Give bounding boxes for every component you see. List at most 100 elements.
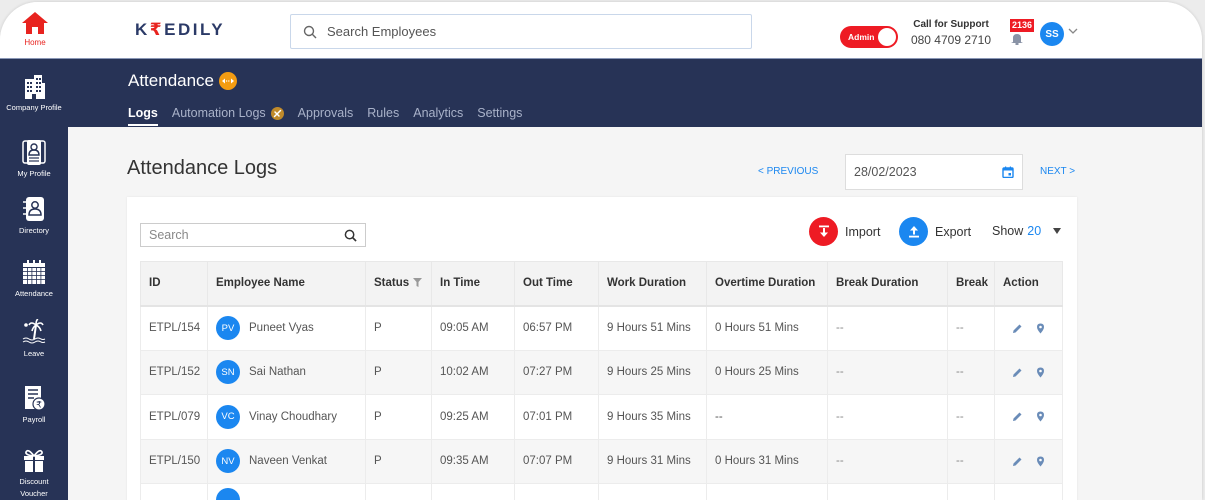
edit-pencil-icon[interactable] <box>1012 456 1023 467</box>
tab-rules[interactable]: Rules <box>367 106 399 126</box>
tab-analytics[interactable]: Analytics <box>413 106 463 126</box>
filter-icon[interactable] <box>413 278 423 288</box>
row-actions <box>1003 323 1054 334</box>
cell-partial <box>706 483 828 500</box>
row-actions <box>1003 456 1054 467</box>
sidebar-label: My Profile <box>17 169 51 178</box>
edit-pencil-icon[interactable] <box>1012 367 1023 378</box>
sidebar-label: Payroll <box>22 415 46 424</box>
sidebar-item-my-profile[interactable]: My Profile <box>0 139 68 180</box>
column-header-work-duration[interactable]: Work Duration <box>598 261 707 307</box>
cell-actions <box>994 349 1063 395</box>
column-header-overtime-duration[interactable]: Overtime Duration <box>706 261 828 307</box>
location-pin-icon[interactable] <box>1035 323 1046 334</box>
employee-cell[interactable]: SN Sai Nathan <box>216 360 357 385</box>
toggle-knob <box>878 28 896 46</box>
column-header-employee-name[interactable]: Employee Name <box>207 261 366 307</box>
table-row[interactable]: ETPL/154 PV Puneet Vyas P 09:05 AM 06:57… <box>140 305 1063 351</box>
cell-out-time: 07:27 PM <box>514 349 599 395</box>
edit-pencil-icon[interactable] <box>1012 411 1023 422</box>
column-header-id[interactable]: ID <box>140 261 208 307</box>
support-info: Call for Support 080 4709 2710 <box>910 19 992 47</box>
gift-icon <box>24 449 44 472</box>
tab-settings[interactable]: Settings <box>477 106 522 126</box>
directory-book-icon <box>23 197 44 221</box>
user-avatar[interactable]: SS <box>1040 22 1064 46</box>
column-header-status[interactable]: Status <box>365 261 432 307</box>
logs-search-input[interactable] <box>149 228 319 242</box>
previous-date-link[interactable]: < PREVIOUS <box>758 166 818 177</box>
cell-partial <box>207 483 366 500</box>
employee-cell[interactable]: NV Naveen Venkat <box>216 449 357 474</box>
support-phone[interactable]: 080 4709 2710 <box>910 33 992 47</box>
next-date-link[interactable]: NEXT > <box>1040 166 1075 177</box>
location-pin-icon[interactable] <box>1035 411 1046 422</box>
caret-down-icon <box>1053 228 1062 234</box>
cell-break-duration: -- <box>827 394 948 440</box>
employee-name[interactable]: Puneet Vyas <box>249 322 314 334</box>
search-icon[interactable] <box>344 229 357 242</box>
sidebar: Company Profile My Profile Directory Att… <box>0 59 68 500</box>
edit-pencil-icon[interactable] <box>1012 323 1023 334</box>
cell-id: ETPL/079 <box>140 394 208 440</box>
tab-label: Approvals <box>297 106 354 120</box>
cell-break: -- <box>947 305 995 351</box>
column-header-out-time[interactable]: Out Time <box>514 261 599 307</box>
sidebar-item-directory[interactable]: Directory <box>0 196 68 237</box>
cell-id: ETPL/154 <box>140 305 208 351</box>
sidebar-item-company-profile[interactable]: Company Profile <box>0 73 68 114</box>
sidebar-item-attendance[interactable]: Attendance <box>0 259 68 300</box>
admin-toggle-label: Admin <box>848 32 875 42</box>
cell-in-time: 09:35 AM <box>431 438 515 484</box>
sidebar-item-payroll[interactable]: ₹ Payroll <box>0 385 68 426</box>
table-row[interactable]: ETPL/079 VC Vinay Choudhary P 09:25 AM 0… <box>140 394 1063 440</box>
employee-search[interactable] <box>290 14 752 49</box>
page-size-select[interactable]: Show 20 <box>992 224 1062 238</box>
cell-break-duration: -- <box>827 305 948 351</box>
employee-name[interactable]: Naveen Venkat <box>249 455 327 467</box>
tab-approvals[interactable]: Approvals <box>298 106 354 126</box>
cell-partial <box>827 483 948 500</box>
column-header-break-duration[interactable]: Break Duration <box>827 261 948 307</box>
logs-card: Import Export Show 20 <box>127 197 1077 500</box>
attendance-logs-table: ID Employee Name Status In Time Out Time… <box>140 261 1063 500</box>
location-pin-icon[interactable] <box>1035 367 1046 378</box>
sidebar-item-discount-voucher[interactable]: Discount Voucher <box>0 447 68 500</box>
sidebar-item-leave[interactable]: Leave <box>0 319 68 360</box>
cell-employee: PV Puneet Vyas <box>207 305 366 351</box>
location-pin-icon[interactable] <box>1035 456 1046 467</box>
cell-partial <box>365 483 432 500</box>
chevron-down-icon[interactable] <box>1068 26 1078 36</box>
column-header-break[interactable]: Break <box>947 261 995 307</box>
employee-name[interactable]: Sai Nathan <box>249 366 306 378</box>
employee-search-input[interactable] <box>327 24 727 39</box>
admin-toggle[interactable]: Admin <box>840 26 898 48</box>
column-header-in-time[interactable]: In Time <box>431 261 515 307</box>
cell-out-time: 07:07 PM <box>514 438 599 484</box>
calendar-icon[interactable] <box>1002 166 1014 178</box>
cell-overtime-duration: -- <box>706 394 828 440</box>
sidebar-label: Leave <box>23 349 45 358</box>
employee-cell[interactable]: PV Puneet Vyas <box>216 316 357 340</box>
table-row[interactable]: ETPL/150 NV Naveen Venkat P 09:35 AM 07:… <box>140 438 1063 484</box>
import-button[interactable]: Import <box>809 217 880 246</box>
row-actions <box>1003 367 1054 378</box>
export-button[interactable]: Export <box>899 217 971 246</box>
tab-label: Automation Logs <box>171 106 266 120</box>
table-header-row: ID Employee Name Status In Time Out Time… <box>140 261 1063 307</box>
kredily-logo[interactable]: K₹EDILY <box>135 20 225 40</box>
tab-automation-logs[interactable]: Automation Logs <box>172 106 284 126</box>
table-row-partial <box>140 483 1063 500</box>
table-row[interactable]: ETPL/152 SN Sai Nathan P 10:02 AM 07:27 … <box>140 349 1063 395</box>
date-picker[interactable]: 28/02/2023 <box>845 154 1023 190</box>
logs-search[interactable] <box>140 223 366 247</box>
payroll-rupee-icon: ₹ <box>25 386 46 411</box>
home-button[interactable]: Home <box>0 2 110 58</box>
employee-name[interactable]: Vinay Choudhary <box>249 411 337 423</box>
employee-cell[interactable]: VC Vinay Choudhary <box>216 404 357 429</box>
cell-in-time: 09:25 AM <box>431 394 515 440</box>
tab-logs[interactable]: Logs <box>128 106 158 126</box>
notifications-button[interactable]: 2136 <box>1004 19 1035 49</box>
cell-work-duration: 9 Hours 31 Mins <box>598 438 707 484</box>
switch-module-icon[interactable] <box>219 72 238 90</box>
